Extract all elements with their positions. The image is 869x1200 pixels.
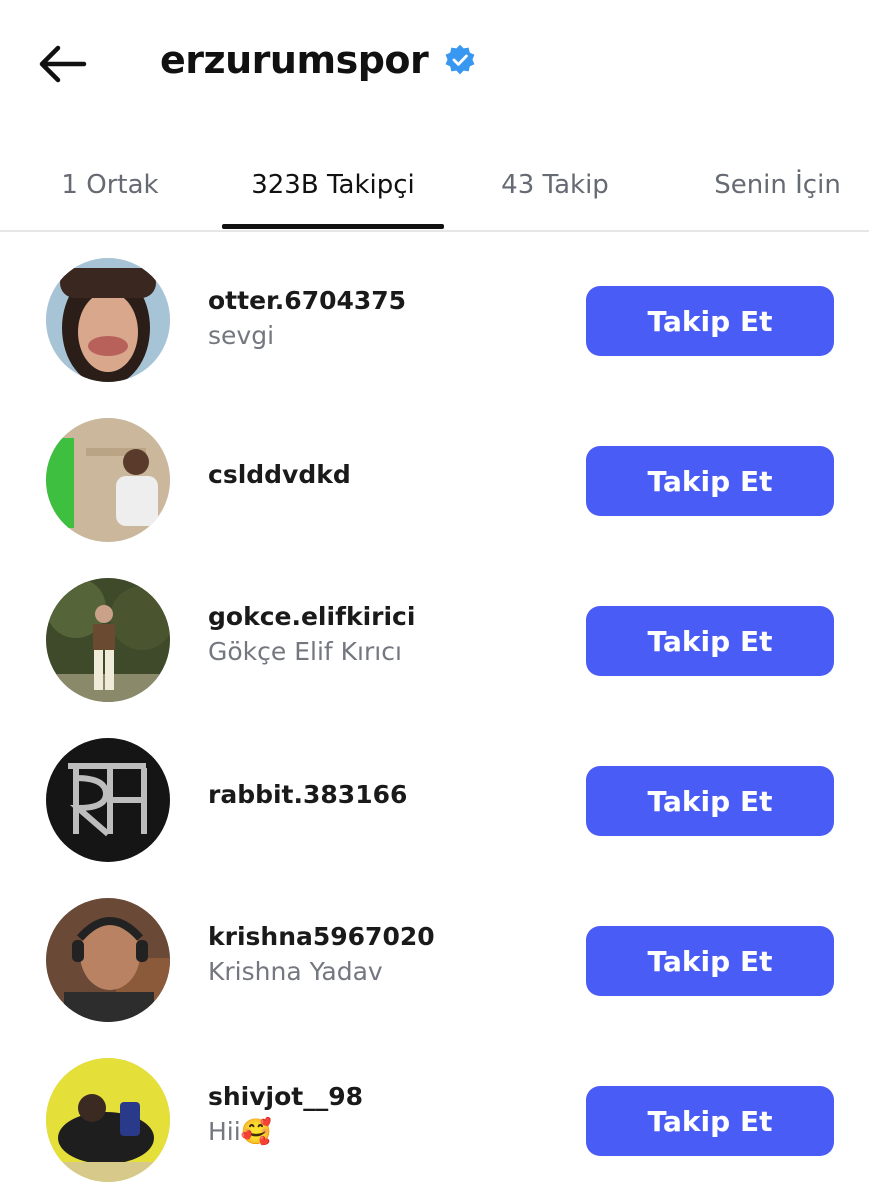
list-item[interactable]: krishna5967020 Krishna Yadav Takip Et [0,880,869,1030]
tab-for-you[interactable]: Senin İçin [690,140,865,230]
avatar[interactable] [46,898,170,1022]
arrow-left-icon [39,45,87,83]
tab-mutual[interactable]: 1 Ortak [40,140,180,230]
display-name: Krishna Yadav [208,957,383,986]
profile-title: erzurumspor [160,38,476,82]
username[interactable]: krishna5967020 [208,922,435,951]
tab-bar: 1 Ortak 323B Takipçi 43 Takip Senin İçin [0,140,869,232]
display-name: Hii🥰 [208,1117,272,1146]
tab-following[interactable]: 43 Takip [480,140,630,230]
list-item[interactable]: rabbit.383166 Takip Et [0,720,869,870]
list-item[interactable]: gokce.elifkirici Gökçe Elif Kırıcı Takip… [0,560,869,710]
username[interactable]: cslddvdkd [208,460,351,489]
username[interactable]: gokce.elifkirici [208,602,415,631]
avatar[interactable] [46,258,170,382]
tab-followers[interactable]: 323B Takipçi [222,140,444,230]
page-title: erzurumspor [160,38,429,82]
verified-badge-icon [445,44,475,75]
list-item[interactable]: cslddvdkd Takip Et [0,400,869,550]
username[interactable]: rabbit.383166 [208,780,407,809]
app-header: erzurumspor [0,0,869,130]
display-name: sevgi [208,321,275,350]
list-item[interactable]: shivjot__98 Hii🥰 Takip Et [0,1040,869,1190]
list-item[interactable]: otter.6704375 sevgi Takip Et [0,240,869,390]
follow-button[interactable]: Takip Et [586,1086,834,1156]
avatar[interactable] [46,738,170,862]
follow-button[interactable]: Takip Et [586,446,834,516]
avatar[interactable] [46,578,170,702]
display-name: Gökçe Elif Kırıcı [208,637,402,666]
follow-button[interactable]: Takip Et [586,286,834,356]
username[interactable]: otter.6704375 [208,286,406,315]
back-button[interactable] [34,40,90,88]
username[interactable]: shivjot__98 [208,1082,363,1111]
follow-button[interactable]: Takip Et [586,926,834,996]
avatar[interactable] [46,418,170,542]
active-tab-indicator [222,224,444,229]
follow-button[interactable]: Takip Et [586,606,834,676]
avatar[interactable] [46,1058,170,1182]
follow-button[interactable]: Takip Et [586,766,834,836]
